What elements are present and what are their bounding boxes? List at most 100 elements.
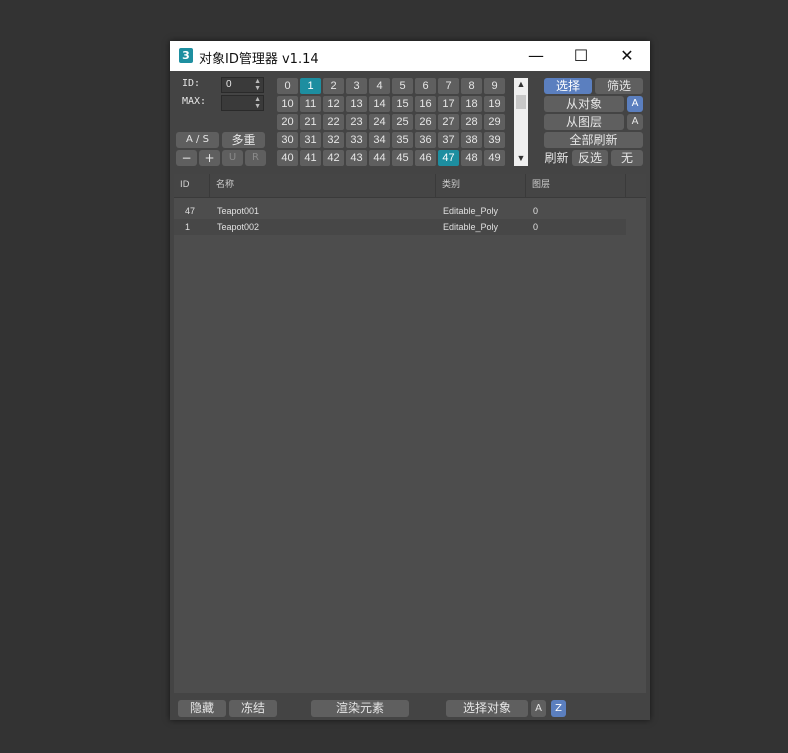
id-number-button[interactable]: 17 — [438, 96, 459, 112]
id-number-button[interactable]: 49 — [484, 150, 505, 166]
id-spinner[interactable]: 0 ▲ ▼ — [221, 77, 264, 93]
column-header-category[interactable]: 类别 — [436, 174, 526, 197]
grid-scrollbar[interactable]: ▲ ▼ — [514, 78, 528, 166]
id-number-button[interactable]: 9 — [484, 78, 505, 94]
id-number-button[interactable]: 4 — [369, 78, 390, 94]
row-category: Editable_Poly — [443, 206, 499, 216]
spinner-arrows-icon[interactable]: ▲ ▼ — [254, 96, 261, 110]
id-number-button[interactable]: 30 — [277, 132, 298, 148]
id-number-button[interactable]: 36 — [415, 132, 436, 148]
r-button[interactable]: R — [245, 150, 266, 166]
scroll-thumb[interactable] — [516, 95, 526, 109]
id-number-button[interactable]: 39 — [484, 132, 505, 148]
id-number-button[interactable]: 24 — [369, 114, 390, 130]
id-number-button[interactable]: 15 — [392, 96, 413, 112]
id-number-button[interactable]: 11 — [300, 96, 321, 112]
column-header-layer[interactable]: 图层 — [526, 174, 626, 197]
freeze-button[interactable]: 冻结 — [229, 700, 277, 717]
minus-button[interactable]: − — [176, 150, 197, 166]
id-number-button[interactable]: 19 — [484, 96, 505, 112]
id-number-button[interactable]: 28 — [461, 114, 482, 130]
id-number-button[interactable]: 33 — [346, 132, 367, 148]
row-layer: 0 — [533, 222, 539, 232]
scroll-up-icon[interactable]: ▲ — [514, 79, 528, 89]
id-number-button[interactable]: 18 — [461, 96, 482, 112]
refresh-button[interactable]: 刷新 — [544, 150, 569, 166]
select-objects-toggle-z[interactable]: Z — [551, 700, 566, 717]
none-button[interactable]: 无 — [611, 150, 643, 166]
id-number-button[interactable]: 8 — [461, 78, 482, 94]
id-number-button[interactable]: 41 — [300, 150, 321, 166]
id-number-button[interactable]: 12 — [323, 96, 344, 112]
row-layer: 0 — [533, 206, 539, 216]
plus-button[interactable]: + — [199, 150, 220, 166]
id-number-button[interactable]: 48 — [461, 150, 482, 166]
id-number-button[interactable]: 42 — [323, 150, 344, 166]
id-number-button[interactable]: 1 — [300, 78, 321, 94]
spinner-arrows-icon[interactable]: ▲ ▼ — [254, 78, 261, 92]
id-number-button[interactable]: 38 — [461, 132, 482, 148]
maximize-button[interactable]: ☐ — [558, 41, 604, 71]
from-object-toggle[interactable]: A — [627, 96, 643, 112]
table-row[interactable]: 47 Teapot001 Editable_Poly 0 — [174, 203, 626, 219]
select-objects-toggle-a[interactable]: A — [531, 700, 546, 717]
table-row[interactable]: 1 Teapot002 Editable_Poly 0 — [174, 219, 626, 235]
id-number-button[interactable]: 34 — [369, 132, 390, 148]
id-number-button[interactable]: 20 — [277, 114, 298, 130]
id-number-button[interactable]: 35 — [392, 132, 413, 148]
id-number-button[interactable]: 16 — [415, 96, 436, 112]
id-number-button[interactable]: 5 — [392, 78, 413, 94]
id-number-button[interactable]: 26 — [415, 114, 436, 130]
max-spinner[interactable]: ▲ ▼ — [221, 95, 264, 111]
column-header-id[interactable]: ID — [174, 174, 210, 197]
id-number-button[interactable]: 10 — [277, 96, 298, 112]
id-number-button[interactable]: 40 — [277, 150, 298, 166]
invert-button[interactable]: 反选 — [572, 150, 608, 166]
id-number-button[interactable]: 6 — [415, 78, 436, 94]
from-layer-toggle[interactable]: A — [627, 114, 643, 130]
id-number-button[interactable]: 13 — [346, 96, 367, 112]
id-number-button[interactable]: 23 — [346, 114, 367, 130]
id-number-button[interactable]: 25 — [392, 114, 413, 130]
column-header-name[interactable]: 名称 — [210, 174, 436, 197]
id-number-button[interactable]: 14 — [369, 96, 390, 112]
title-bar[interactable]: 3 对象ID管理器 v1.14 — ☐ ✕ — [170, 41, 650, 71]
id-number-button[interactable]: 7 — [438, 78, 459, 94]
u-button[interactable]: U — [222, 150, 243, 166]
multi-button[interactable]: 多重 — [222, 132, 265, 148]
window-title: 对象ID管理器 v1.14 — [199, 52, 319, 67]
id-number-button[interactable]: 27 — [438, 114, 459, 130]
id-number-button[interactable]: 22 — [323, 114, 344, 130]
render-elements-button[interactable]: 渲染元素 — [311, 700, 409, 717]
hide-button[interactable]: 隐藏 — [178, 700, 226, 717]
id-number-button[interactable]: 31 — [300, 132, 321, 148]
filter-mode-button[interactable]: 筛选 — [595, 78, 643, 94]
id-number-button[interactable]: 3 — [346, 78, 367, 94]
id-number-button[interactable]: 21 — [300, 114, 321, 130]
id-number-button[interactable]: 0 — [277, 78, 298, 94]
as-button[interactable]: A / S — [176, 132, 219, 148]
max-label: MAX: — [182, 96, 207, 107]
id-spinner-value: 0 — [226, 79, 232, 90]
close-button[interactable]: ✕ — [604, 41, 650, 71]
scroll-down-icon[interactable]: ▼ — [514, 153, 528, 163]
id-number-button[interactable]: 46 — [415, 150, 436, 166]
id-number-button[interactable]: 2 — [323, 78, 344, 94]
id-number-button[interactable]: 37 — [438, 132, 459, 148]
app-3dsmax-icon: 3 — [179, 48, 193, 63]
row-category: Editable_Poly — [443, 222, 499, 232]
id-number-button[interactable]: 43 — [346, 150, 367, 166]
id-number-button[interactable]: 44 — [369, 150, 390, 166]
id-number-button[interactable]: 29 — [484, 114, 505, 130]
id-number-button[interactable]: 32 — [323, 132, 344, 148]
from-object-button[interactable]: 从对象 — [544, 96, 624, 112]
row-name: Teapot001 — [217, 206, 260, 216]
from-layer-button[interactable]: 从图层 — [544, 114, 624, 130]
id-number-button[interactable]: 45 — [392, 150, 413, 166]
id-number-button[interactable]: 47 — [438, 150, 459, 166]
select-mode-button[interactable]: 选择 — [544, 78, 592, 94]
minimize-button[interactable]: — — [513, 41, 559, 71]
refresh-all-button[interactable]: 全部刷新 — [544, 132, 643, 148]
select-objects-button[interactable]: 选择对象 — [446, 700, 528, 717]
row-id: 1 — [185, 222, 191, 232]
